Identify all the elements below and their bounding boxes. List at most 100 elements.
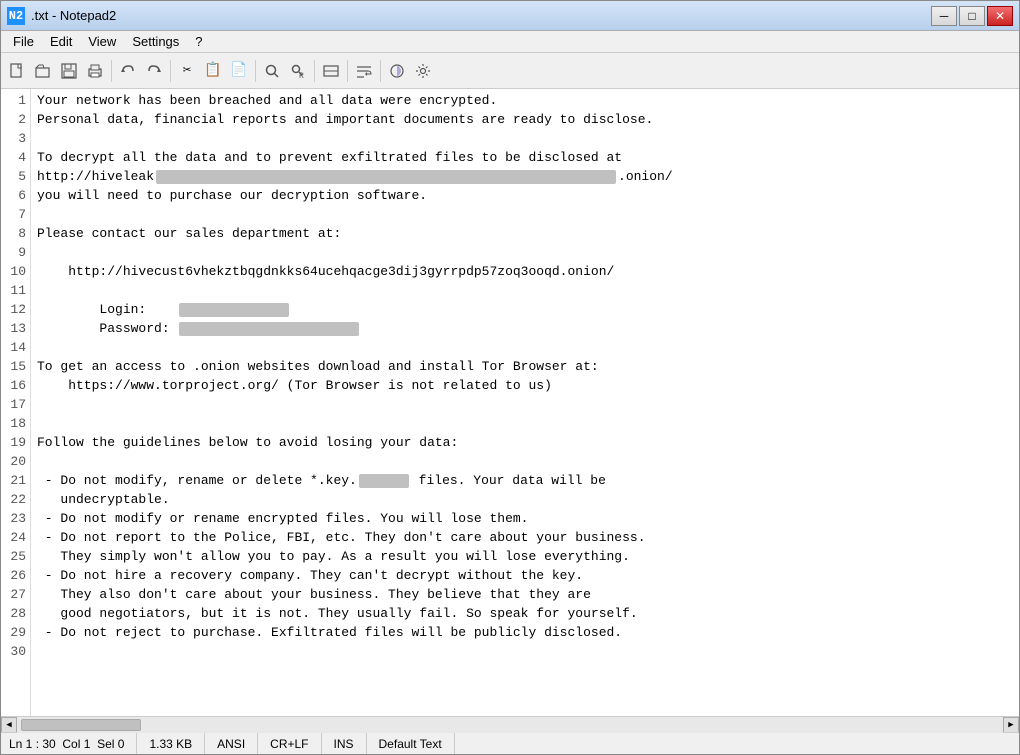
main-window: N2 .txt - Notepad2 ─ □ ✕ File Edit View … — [0, 0, 1020, 755]
line-number-6: 6 — [5, 186, 26, 205]
menu-file[interactable]: File — [5, 32, 42, 51]
save-button[interactable] — [57, 59, 81, 83]
menu-help[interactable]: ? — [187, 32, 210, 51]
status-position: Ln 1 : 30 Col 1 Sel 0 — [9, 733, 137, 754]
line-number-23: 23 — [5, 509, 26, 528]
settings-button[interactable] — [411, 59, 435, 83]
status-bar: Ln 1 : 30 Col 1 Sel 0 1.33 KB ANSI CR+LF… — [1, 732, 1019, 754]
title-bar-buttons: ─ □ ✕ — [931, 6, 1013, 26]
line-number-17: 17 — [5, 395, 26, 414]
sep-1 — [111, 60, 112, 82]
scroll-track[interactable] — [17, 717, 1003, 733]
line-numbers: 1234567891011121314151617181920212223242… — [1, 89, 31, 716]
toolbar: ✂ 📋 📄 R — [1, 53, 1019, 89]
line-number-24: 24 — [5, 528, 26, 547]
status-encoding: ANSI — [205, 733, 258, 754]
sep-6 — [380, 60, 381, 82]
horizontal-scrollbar[interactable]: ◀ ▶ — [1, 716, 1019, 732]
menu-settings[interactable]: Settings — [124, 32, 187, 51]
line-24: - Do not report to the Police, FBI, etc.… — [37, 528, 1013, 547]
status-filesize: 1.33 KB — [137, 733, 205, 754]
line-23: - Do not modify or rename encrypted file… — [37, 509, 1013, 528]
status-insert: INS — [322, 733, 367, 754]
line-number-11: 11 — [5, 281, 26, 300]
line-number-14: 14 — [5, 338, 26, 357]
line-number-30: 30 — [5, 642, 26, 661]
line-10: http://hivecust6vhekztbqgdnkks64ucehqacg… — [37, 262, 1013, 281]
line-number-19: 19 — [5, 433, 26, 452]
app-icon: N2 — [7, 7, 25, 25]
close-button[interactable]: ✕ — [987, 6, 1013, 26]
line-3 — [37, 129, 1013, 148]
line-number-18: 18 — [5, 414, 26, 433]
line-number-13: 13 — [5, 319, 26, 338]
goto-button[interactable] — [319, 59, 343, 83]
scroll-right-button[interactable]: ▶ — [1003, 717, 1019, 733]
line-number-20: 20 — [5, 452, 26, 471]
sep-4 — [314, 60, 315, 82]
status-scheme: Default Text — [367, 733, 455, 754]
open-button[interactable] — [31, 59, 55, 83]
line-number-28: 28 — [5, 604, 26, 623]
new-button[interactable] — [5, 59, 29, 83]
title-bar-left: N2 .txt - Notepad2 — [7, 7, 116, 25]
line-29: - Do not reject to purchase. Exfiltrated… — [37, 623, 1013, 642]
line-4: To decrypt all the data and to prevent e… — [37, 148, 1013, 167]
sep-3 — [255, 60, 256, 82]
scroll-left-button[interactable]: ◀ — [1, 717, 17, 733]
status-lineending: CR+LF — [258, 733, 321, 754]
line-16: https://www.torproject.org/ (Tor Browser… — [37, 376, 1013, 395]
line-11 — [37, 281, 1013, 300]
wrap-button[interactable] — [352, 59, 376, 83]
line-22: undecryptable. — [37, 490, 1013, 509]
line-number-2: 2 — [5, 110, 26, 129]
print-button[interactable] — [83, 59, 107, 83]
line-number-12: 12 — [5, 300, 26, 319]
line-12: Login: — [37, 300, 1013, 319]
line-27: They also don't care about your business… — [37, 585, 1013, 604]
copy-button[interactable]: 📋 — [201, 59, 225, 83]
redo-button[interactable] — [142, 59, 166, 83]
menu-bar: File Edit View Settings ? — [1, 31, 1019, 53]
line-number-5: 5 — [5, 167, 26, 186]
find-button[interactable] — [260, 59, 284, 83]
line-13: Password: — [37, 319, 1013, 338]
replace-button[interactable]: R — [286, 59, 310, 83]
line-number-4: 4 — [5, 148, 26, 167]
line-number-3: 3 — [5, 129, 26, 148]
line-19: Follow the guidelines below to avoid los… — [37, 433, 1013, 452]
undo-button[interactable] — [116, 59, 140, 83]
paste-button[interactable]: 📄 — [227, 59, 251, 83]
line-18 — [37, 414, 1013, 433]
maximize-button[interactable]: □ — [959, 6, 985, 26]
menu-edit[interactable]: Edit — [42, 32, 80, 51]
redacted-login — [179, 303, 289, 317]
line-number-15: 15 — [5, 357, 26, 376]
redacted-password — [179, 322, 359, 336]
line-14 — [37, 338, 1013, 357]
line-number-9: 9 — [5, 243, 26, 262]
editor-container: 1234567891011121314151617181920212223242… — [1, 89, 1019, 716]
scroll-thumb[interactable] — [21, 719, 141, 731]
line-5: http://hiveleak .onion/ — [37, 167, 1013, 186]
redacted-url — [156, 170, 616, 184]
line-30 — [37, 642, 1013, 661]
line-number-21: 21 — [5, 471, 26, 490]
line-number-16: 16 — [5, 376, 26, 395]
editor-content[interactable]: Your network has been breached and all d… — [31, 89, 1019, 716]
sep-2 — [170, 60, 171, 82]
sep-5 — [347, 60, 348, 82]
cut-button[interactable]: ✂ — [175, 59, 199, 83]
line-9 — [37, 243, 1013, 262]
menu-view[interactable]: View — [80, 32, 124, 51]
minimize-button[interactable]: ─ — [931, 6, 957, 26]
line-number-1: 1 — [5, 91, 26, 110]
line-number-26: 26 — [5, 566, 26, 585]
title-bar: N2 .txt - Notepad2 ─ □ ✕ — [1, 1, 1019, 31]
scheme-button[interactable] — [385, 59, 409, 83]
line-number-8: 8 — [5, 224, 26, 243]
line-15: To get an access to .onion websites down… — [37, 357, 1013, 376]
line-17 — [37, 395, 1013, 414]
line-25: They simply won't allow you to pay. As a… — [37, 547, 1013, 566]
line-6: you will need to purchase our decryption… — [37, 186, 1013, 205]
